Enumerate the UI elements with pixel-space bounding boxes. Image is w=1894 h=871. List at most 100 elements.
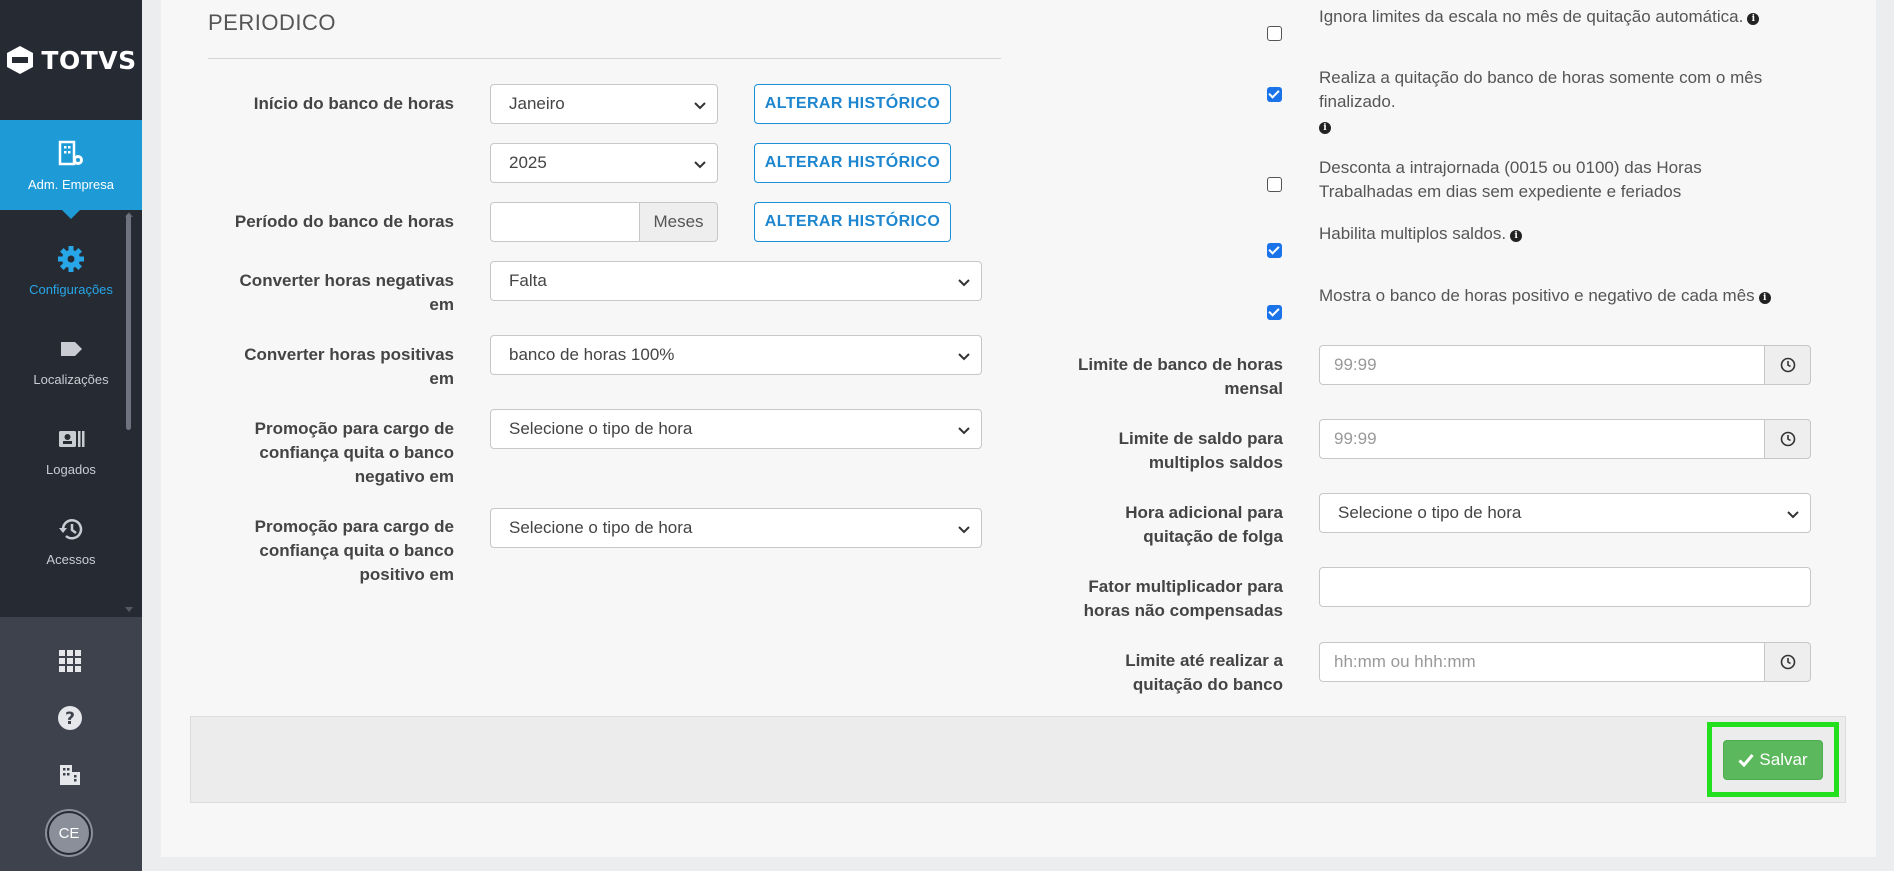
save-button[interactable]: Salvar [1723, 740, 1823, 780]
placeholder: 99:99 [1334, 429, 1377, 448]
conv-pos-select[interactable]: banco de horas 100% [490, 335, 982, 375]
label-line: confiança quita o banco [259, 541, 454, 560]
check-desconta-intrajornada-text: Desconta a intrajornada (0015 ou 0100) d… [1319, 156, 1839, 204]
label-line: Converter horas negativas [239, 271, 454, 290]
limite-mensal-input[interactable]: 99:99 [1319, 345, 1765, 385]
conv-neg-label: Converter horas negativas em [210, 269, 454, 317]
clock-icon [1780, 357, 1795, 373]
promo-neg-label: Promoção para cargo de confiança quita o… [210, 417, 454, 489]
check-text: finalizado. [1319, 92, 1396, 111]
building-gear-icon [58, 140, 83, 165]
fator-input[interactable] [1319, 567, 1811, 607]
info-icon[interactable]: i [1319, 122, 1331, 134]
totvs-logo-icon [7, 46, 34, 74]
label-line: Limite até realizar a [1125, 651, 1283, 670]
sidebar-item-acessos[interactable]: Acessos [0, 495, 142, 585]
hora-adic-value: Selecione o tipo de hora [1338, 503, 1522, 522]
inicio-month-value: Janeiro [509, 94, 565, 113]
info-icon[interactable]: i [1747, 13, 1760, 25]
sidebar-item-adm-empresa[interactable]: Adm. Empresa [0, 120, 142, 219]
check-text: Mostra o banco de horas positivo e negat… [1319, 286, 1755, 305]
sidebar: TOTVS Adm. Empresa Configurações Localiz… [0, 0, 142, 871]
brand-name: TOTVS [41, 45, 137, 75]
label-line: Converter horas positivas [244, 345, 454, 364]
label-line: Limite de saldo para [1118, 429, 1283, 448]
sidebar-item-label: Logados [46, 461, 96, 477]
company-icon[interactable] [54, 759, 86, 791]
check-mostra-banco-text: Mostra o banco de horas positivo e negat… [1319, 284, 1839, 308]
label-line: confiança quita o banco [259, 443, 454, 462]
clock-icon [1780, 431, 1795, 447]
sidebar-scrollbar[interactable] [126, 214, 131, 430]
inicio-label: Início do banco de horas [253, 94, 454, 113]
clock-icon [1780, 654, 1795, 670]
sidebar-item-configuracoes[interactable]: Configurações [0, 225, 142, 315]
info-icon[interactable]: i [1510, 230, 1523, 242]
save-label: Salvar [1759, 750, 1808, 769]
periodo-addon: Meses [639, 202, 718, 242]
limite-quit-label: Limite até realizar a quitação do banco [1040, 649, 1283, 697]
label-line: Hora adicional para [1125, 503, 1283, 522]
sidebar-item-localizacoes[interactable]: Localizações [0, 315, 142, 405]
periodo-input[interactable] [490, 202, 640, 242]
section-divider [208, 58, 1001, 59]
check-text: Trabalhadas em dias sem expediente e fer… [1319, 182, 1682, 201]
conv-pos-value: banco de horas 100% [509, 345, 675, 364]
chevron-down-icon [958, 279, 970, 287]
inicio-month-select[interactable]: Janeiro [490, 84, 718, 124]
inicio-year-select[interactable]: 2025 [490, 143, 718, 183]
limite-saldo-input[interactable]: 99:99 [1319, 419, 1765, 459]
promo-neg-select[interactable]: Selecione o tipo de hora [490, 409, 982, 449]
limite-mensal-label: Limite de banco de horas mensal [1040, 353, 1283, 401]
hora-adic-select[interactable]: Selecione o tipo de hora [1319, 493, 1811, 533]
info-icon[interactable]: i [1758, 292, 1771, 304]
chevron-down-icon [694, 102, 706, 110]
promo-pos-value: Selecione o tipo de hora [509, 518, 693, 537]
check-mostra-banco[interactable] [1267, 305, 1282, 320]
id-card-icon [59, 430, 85, 447]
label-line: multiplos saldos [1148, 453, 1283, 472]
scroll-down-arrow[interactable] [125, 607, 133, 612]
check-icon [1738, 754, 1755, 767]
clock-addon[interactable] [1764, 345, 1811, 385]
label-line: Promoção para cargo de [254, 517, 454, 536]
limite-quit-input[interactable]: hh:mm ou hhh:mm [1319, 642, 1765, 682]
chevron-down-icon [958, 427, 970, 435]
alterar-historico-button-2[interactable]: ALTERAR HISTÓRICO [754, 143, 951, 183]
alterar-historico-button-1[interactable]: ALTERAR HISTÓRICO [754, 84, 951, 124]
apps-grid-icon[interactable] [54, 645, 86, 677]
check-multiplos-saldos[interactable] [1267, 243, 1282, 258]
svg-text:?: ? [65, 709, 75, 729]
alterar-historico-button-3[interactable]: ALTERAR HISTÓRICO [754, 202, 951, 242]
check-realiza-quitacao[interactable] [1267, 87, 1282, 102]
periodo-label: Período do banco de horas [234, 212, 454, 231]
label-line: em [429, 369, 454, 388]
label-line: quitação do banco [1132, 675, 1283, 694]
sidebar-item-label: Acessos [46, 551, 96, 567]
check-ignora-limites[interactable] [1267, 26, 1282, 41]
conv-pos-label: Converter horas positivas em [210, 343, 454, 391]
check-ignora-limites-text: Ignora limites da escala no mês de quita… [1319, 5, 1839, 29]
placeholder: hh:mm ou hhh:mm [1334, 652, 1476, 671]
totvs-logo[interactable]: TOTVS [0, 0, 142, 120]
sidebar-item-logados[interactable]: Logados [0, 405, 142, 495]
avatar[interactable]: CE [47, 811, 91, 855]
check-desconta-intrajornada[interactable] [1267, 177, 1282, 192]
clock-addon[interactable] [1764, 642, 1811, 682]
check-realiza-quitacao-text: Realiza a quitação do banco de horas som… [1319, 66, 1839, 138]
sidebar-item-label: Localizações [33, 371, 109, 387]
inicio-year-value: 2025 [509, 153, 547, 172]
help-icon[interactable]: ? [54, 702, 86, 734]
check-text: Realiza a quitação do banco de horas som… [1319, 68, 1763, 87]
check-text: Desconta a intrajornada (0015 ou 0100) d… [1319, 158, 1702, 177]
promo-neg-value: Selecione o tipo de hora [509, 419, 693, 438]
check-multiplos-saldos-text: Habilita multiplos saldos. i [1319, 222, 1839, 246]
conv-neg-value: Falta [509, 271, 547, 290]
label-line: em [429, 295, 454, 314]
chevron-down-icon [958, 353, 970, 361]
promo-pos-select[interactable]: Selecione o tipo de hora [490, 508, 982, 548]
tag-icon [61, 341, 82, 356]
label-line: negativo em [354, 467, 454, 486]
clock-addon[interactable] [1764, 419, 1811, 459]
conv-neg-select[interactable]: Falta [490, 261, 982, 301]
